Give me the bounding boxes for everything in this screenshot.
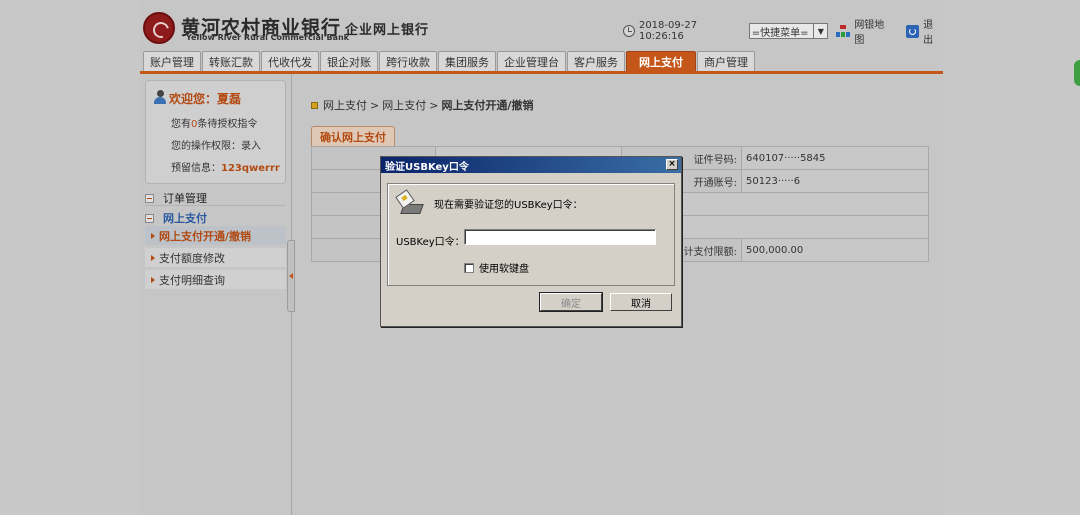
card-reader-icon	[395, 189, 424, 216]
sidebar-collapse-handle[interactable]	[287, 240, 295, 312]
reserved-info: 预留信息：123qwerrr	[171, 159, 280, 174]
tab-transfer[interactable]: 转账汇款	[202, 51, 260, 71]
breadcrumb-separator: >	[429, 98, 439, 112]
header-tools: 2018-09-27 10:26:16 =快捷菜单= ▼ 网银地图 退出	[623, 20, 943, 46]
reserved-label: 预留信息：	[171, 163, 221, 174]
breadcrumb-item: 网上支付	[382, 99, 427, 112]
tab-reconciliation[interactable]: 银企对账	[320, 51, 378, 71]
menu-group-label: 订单管理	[163, 192, 207, 205]
pending-instructions: 您有0条待授权指令	[171, 115, 257, 130]
main-tabs: 账户管理 转账汇款 代收代发 银企对账 跨行收款 集团服务 企业管理台 客户服务…	[143, 51, 755, 71]
cert-value: 640107·····5845	[741, 146, 929, 170]
bank-name-en: Yellow River Rural Commercial Bank	[186, 33, 349, 42]
breadcrumb-icon	[311, 101, 318, 109]
usbkey-dialog: 验证USBKey口令 × 现在需要验证您的USBKey口令： USBKey口令：…	[380, 156, 682, 327]
breadcrumb: 网上支付 > 网上支付 > 网上支付开通/撤销	[311, 97, 533, 113]
close-button[interactable]: ×	[666, 159, 678, 170]
limit-value: 500,000.00	[741, 238, 929, 262]
permission-text: 您的操作权限：录入	[171, 141, 261, 152]
bank-logo-icon	[143, 12, 175, 44]
tab-confirm-payment[interactable]: 确认网上支付	[311, 126, 395, 146]
sidebar-item-limit-modify[interactable]: 支付额度修改	[145, 248, 286, 267]
tab-enterprise-admin[interactable]: 企业管理台	[497, 51, 566, 71]
menu-group-label: 网上支付	[163, 212, 207, 225]
user-icon	[154, 90, 166, 104]
tab-online-payment[interactable]: 网上支付	[626, 51, 696, 71]
cancel-button[interactable]: 取消	[610, 293, 672, 311]
menu-group-online-payment[interactable]: 网上支付	[145, 210, 286, 226]
tab-customer-service[interactable]: 客户服务	[567, 51, 625, 71]
tab-account[interactable]: 账户管理	[143, 51, 201, 71]
reserved-value: 123qwerrr	[221, 163, 280, 174]
soft-keyboard-option[interactable]: 使用软键盘	[464, 260, 529, 275]
breadcrumb-current: 网上支付开通/撤销	[441, 99, 534, 112]
logout-link[interactable]: 退出	[923, 16, 943, 46]
dialog-message: 现在需要验证您的USBKey口令：	[434, 200, 583, 211]
pending-prefix: 您有	[171, 119, 191, 130]
sitemap-link[interactable]: 网银地图	[854, 16, 894, 46]
sitemap-icon	[836, 25, 851, 37]
clock-icon	[623, 25, 635, 37]
datetime: 2018-09-27 10:26:16	[638, 20, 698, 42]
header: 黄河农村商业银行 Yellow River Rural Commercial B…	[140, 0, 943, 50]
pending-suffix: 条待授权指令	[197, 119, 258, 130]
tab-collection-payment[interactable]: 代收代发	[261, 51, 319, 71]
breadcrumb-item: 网上支付	[323, 99, 367, 112]
soft-keyboard-label: 使用软键盘	[479, 264, 529, 275]
password-label: USBKey口令：	[396, 237, 465, 248]
chevron-down-icon: ▼	[813, 24, 827, 38]
tab-group-service[interactable]: 集团服务	[438, 51, 496, 71]
sidebar: 欢迎您：夏磊 您有0条待授权指令 您的操作权限：录入 预留信息：123qwerr…	[140, 74, 292, 515]
collapse-icon	[145, 193, 154, 203]
soft-keyboard-checkbox[interactable]	[464, 262, 474, 273]
welcome-panel: 欢迎您：夏磊 您有0条待授权指令 您的操作权限：录入 预留信息：123qwerr…	[145, 80, 286, 184]
collapse-icon	[145, 213, 154, 223]
dialog-title-bar[interactable]: 验证USBKey口令 ×	[381, 157, 681, 173]
dialog-body: 现在需要验证您的USBKey口令： USBKey口令： 使用软键盘	[387, 183, 675, 286]
ok-button[interactable]: 确定	[539, 292, 603, 312]
quick-menu-value: =快捷菜单=	[751, 27, 809, 39]
power-icon	[906, 24, 920, 38]
divider	[145, 205, 286, 206]
sidebar-item-open-cancel[interactable]: 网上支付开通/撤销	[145, 226, 286, 245]
tab-interbank-collection[interactable]: 跨行收款	[379, 51, 437, 71]
tab-merchant[interactable]: 商户管理	[697, 51, 755, 71]
welcome-title: 欢迎您：夏磊	[169, 92, 242, 106]
side-widget-edge[interactable]	[1074, 60, 1080, 86]
sidebar-item-detail-query[interactable]: 支付明细查询	[145, 270, 286, 289]
usbkey-password-input[interactable]	[464, 229, 656, 245]
breadcrumb-separator: >	[370, 98, 380, 112]
dialog-title: 验证USBKey口令	[385, 161, 469, 173]
account-value: 50123·····6	[741, 169, 929, 193]
product-title: 企业网上银行	[345, 23, 430, 38]
quick-menu-select[interactable]: =快捷菜单= ▼	[748, 23, 829, 39]
menu-group-orders[interactable]: 订单管理	[145, 190, 286, 206]
